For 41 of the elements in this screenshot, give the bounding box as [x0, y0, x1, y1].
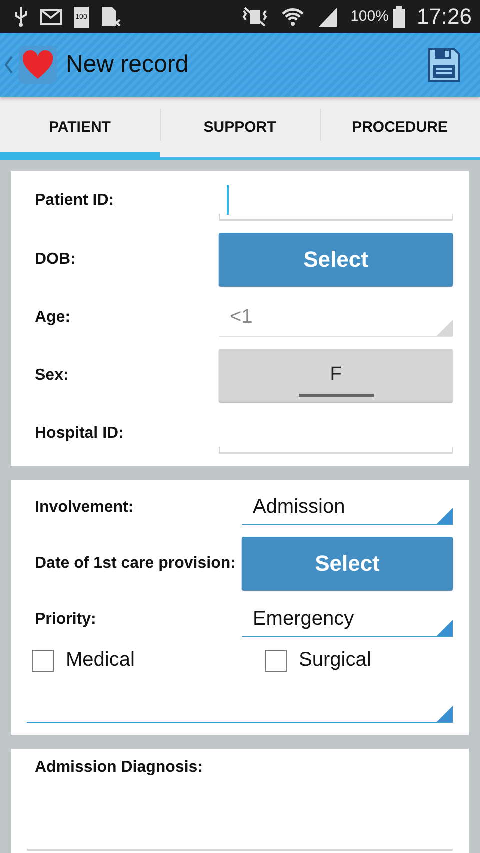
dropdown-value: Emergency: [252, 608, 354, 630]
field-label: Patient ID:: [35, 192, 116, 210]
heart-app-icon: [19, 46, 57, 84]
dropdown-arrow-icon: [437, 620, 453, 636]
mail-icon: [40, 8, 62, 24]
dropdown-value: Admission: [252, 496, 346, 518]
back-icon[interactable]: [4, 55, 14, 75]
field-label: DOB:: [35, 250, 77, 268]
field-label: Priority:: [35, 610, 98, 628]
tab[interactable]: PROCEDURE: [320, 97, 480, 160]
checkbox[interactable]: [265, 650, 287, 672]
dropdown-arrow-icon: [437, 320, 453, 336]
select-button[interactable]: Select: [219, 233, 453, 286]
checkbox-label: Surgical: [299, 649, 372, 672]
usb-icon: [14, 6, 28, 28]
signal-icon: [316, 6, 339, 28]
screen-title: New record: [66, 51, 190, 79]
field-label: Sex:: [35, 366, 70, 384]
dropdown[interactable]: Admission: [242, 490, 453, 525]
save-icon[interactable]: [428, 48, 460, 82]
select-button[interactable]: Select: [242, 537, 453, 590]
field-label: Involvement:: [35, 498, 135, 516]
battery-percent: 100%: [350, 8, 389, 25]
field-label: Date of 1st care provision:: [35, 554, 236, 572]
toggle-button[interactable]: F: [219, 349, 453, 402]
field-label: Age:: [35, 308, 72, 326]
dropdown-value: <1: [230, 306, 253, 328]
battery-icon: [392, 6, 405, 28]
clock: 17:26: [416, 4, 472, 30]
dropdown-arrow-icon: [437, 508, 453, 524]
dropdown-arrow-icon: [437, 706, 453, 722]
tab[interactable]: PATIENT: [0, 97, 160, 160]
field-label: Admission Diagnosis:: [35, 759, 204, 777]
tab[interactable]: SUPPORT: [160, 97, 320, 160]
field-label: Hospital ID:: [35, 425, 125, 443]
wifi-icon: [280, 6, 305, 28]
checkbox[interactable]: [32, 650, 54, 672]
vibrate-mute-icon: [240, 6, 269, 28]
checkbox-label: Medical: [66, 649, 135, 672]
dropdown[interactable]: Emergency: [242, 602, 453, 637]
sim-card-icon: [101, 6, 121, 28]
